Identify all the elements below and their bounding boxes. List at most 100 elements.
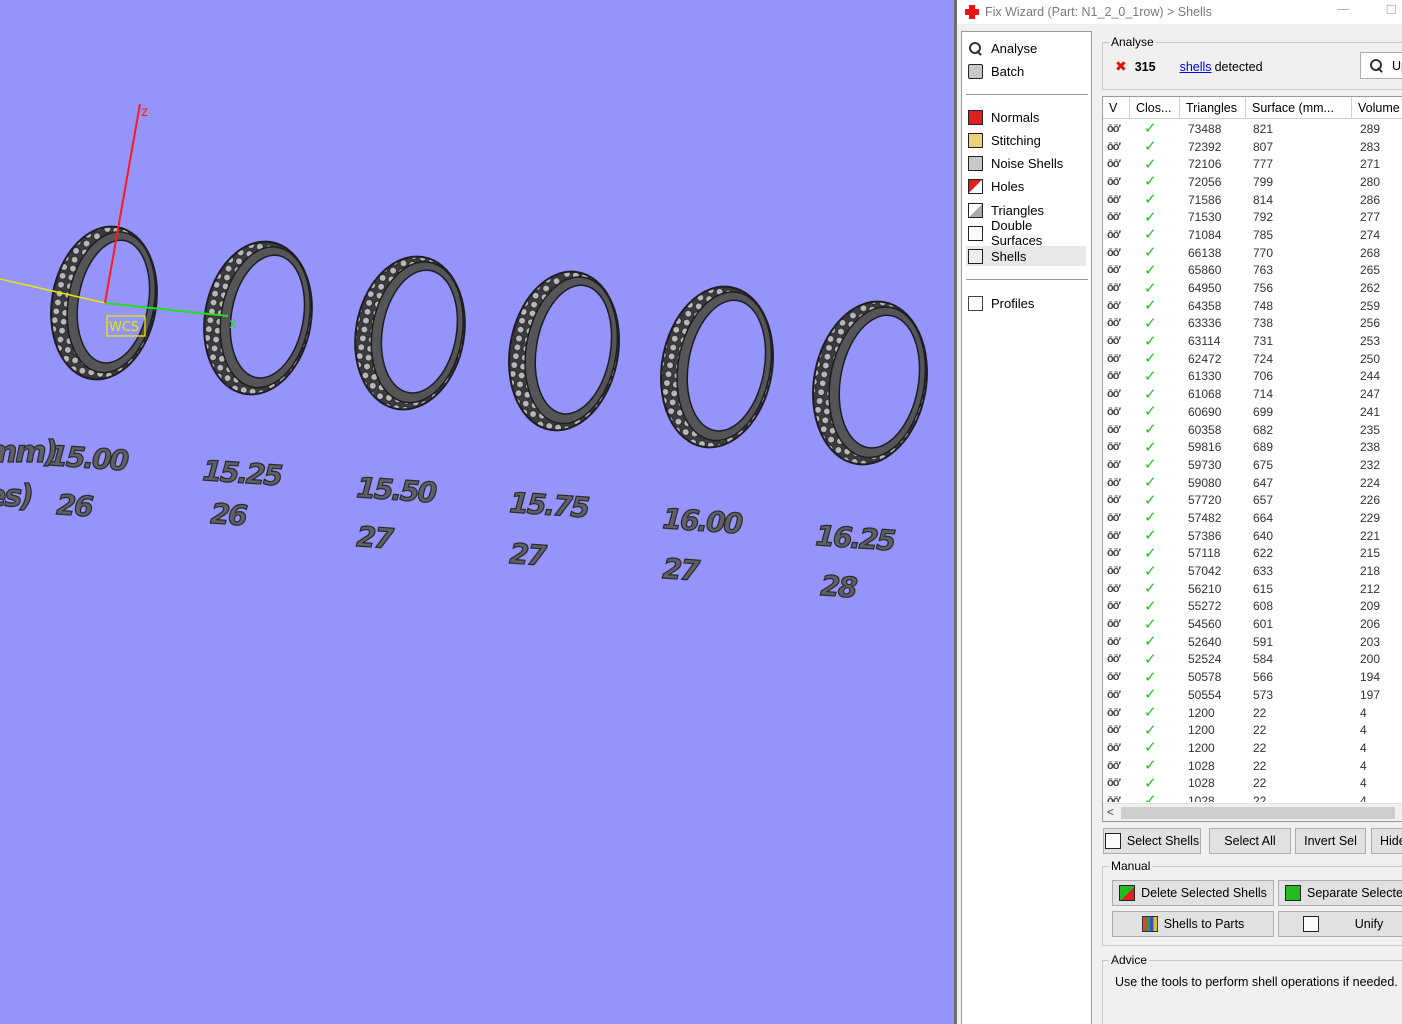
column-header-closed[interactable]: Clos... [1130,97,1180,119]
table-row[interactable]: ōō′ ✓ 59816 689 238 [1103,438,1402,456]
ring-model[interactable] [192,233,323,403]
glasses-icon[interactable]: ōō′ [1107,742,1121,754]
glasses-icon[interactable]: ōō′ [1107,689,1121,701]
glasses-icon[interactable]: ōō′ [1107,158,1121,170]
table-row[interactable]: ōō′ ✓ 71084 785 274 [1103,226,1402,244]
table-row[interactable]: ōō′ ✓ 63114 731 253 [1103,332,1402,350]
ring-model[interactable] [801,293,940,474]
glasses-icon[interactable]: ōō′ [1107,618,1121,630]
glasses-icon[interactable]: ōō′ [1107,388,1121,400]
select-all-button[interactable]: Select All [1209,828,1291,854]
shells-table[interactable]: V Clos... Triangles Surface (mm... Volum… [1102,96,1402,822]
nav-item-batch[interactable]: Batch [966,61,1086,81]
table-row[interactable]: ōō′ ✓ 55272 608 209 [1103,598,1402,616]
unify-button[interactable]: Unify [1278,911,1402,937]
glasses-icon[interactable]: ōō′ [1107,247,1121,259]
glasses-icon[interactable]: ōō′ [1107,424,1121,436]
table-row[interactable]: ōō′ ✓ 57386 640 221 [1103,527,1402,545]
glasses-icon[interactable]: ōō′ [1107,141,1121,153]
glasses-icon[interactable]: ōō′ [1107,211,1121,223]
table-row[interactable]: ōō′ ✓ 59730 675 232 [1103,456,1402,474]
table-row[interactable]: ōō′ ✓ 1200 22 4 [1103,739,1402,757]
glasses-icon[interactable]: ōō′ [1107,123,1121,135]
glasses-icon[interactable]: ōō′ [1107,530,1121,542]
glasses-icon[interactable]: ōō′ [1107,707,1121,719]
table-row[interactable]: ōō′ ✓ 1028 22 4 [1103,792,1402,802]
table-row[interactable]: ōō′ ✓ 59080 647 224 [1103,474,1402,492]
table-row[interactable]: ōō′ ✓ 62472 724 250 [1103,350,1402,368]
delete-selected-shells-button[interactable]: Delete Selected Shells [1112,880,1274,906]
maximize-button[interactable]: ☐ [1386,2,1397,17]
scene-canvas[interactable]: z x WCS 15.00 26 15.25 26 15.50 27 15.75 27 16.0… [0,0,954,1024]
table-row[interactable]: ōō′ ✓ 54560 601 206 [1103,615,1402,633]
3d-viewport[interactable]: z x WCS 15.00 26 15.25 26 15.50 27 15.75 27 16.0… [0,0,954,1024]
table-row[interactable]: ōō′ ✓ 57042 633 218 [1103,562,1402,580]
table-row[interactable]: ōō′ ✓ 71586 814 286 [1103,191,1402,209]
nav-item-triangles[interactable]: Triangles [966,200,1086,220]
glasses-icon[interactable]: ōō′ [1107,441,1121,453]
nav-item-stitching[interactable]: Stitching [966,130,1086,150]
nav-item-analyse[interactable]: Analyse [966,38,1086,58]
nav-item-noise-shells[interactable]: Noise Shells [966,153,1086,173]
glasses-icon[interactable]: ōō′ [1107,600,1121,612]
select-shells-button[interactable]: Select Shells [1103,828,1201,854]
hide-button[interactable]: Hide [1371,828,1402,854]
table-row[interactable]: ōō′ ✓ 71530 792 277 [1103,208,1402,226]
table-row[interactable]: ōō′ ✓ 1028 22 4 [1103,774,1402,792]
glasses-icon[interactable]: ōō′ [1107,229,1121,241]
column-header-surface[interactable]: Surface (mm... [1246,97,1352,119]
table-row[interactable]: ōō′ ✓ 57720 657 226 [1103,491,1402,509]
nav-item-profiles[interactable]: Profiles [966,293,1086,313]
table-row[interactable]: ōō′ ✓ 57118 622 215 [1103,545,1402,563]
separate-selected-button[interactable]: Separate Selected [1278,880,1402,906]
glasses-icon[interactable]: ōō′ [1107,494,1121,506]
glasses-icon[interactable]: ōō′ [1107,547,1121,559]
table-row[interactable]: ōō′ ✓ 72106 777 271 [1103,155,1402,173]
glasses-icon[interactable]: ōō′ [1107,406,1121,418]
scroll-left-icon[interactable]: < [1107,805,1114,819]
glasses-icon[interactable]: ōō′ [1107,353,1121,365]
table-row[interactable]: ōō′ ✓ 64358 748 259 [1103,297,1402,315]
table-row[interactable]: ōō′ ✓ 56210 615 212 [1103,580,1402,598]
ring-model[interactable] [343,248,476,418]
table-row[interactable]: ōō′ ✓ 52640 591 203 [1103,633,1402,651]
glasses-icon[interactable]: ōō′ [1107,264,1121,276]
shells-link[interactable]: shells [1180,60,1212,74]
glasses-icon[interactable]: ōō′ [1107,194,1121,206]
glasses-icon[interactable]: ōō′ [1107,583,1121,595]
table-row[interactable]: ōō′ ✓ 61068 714 247 [1103,385,1402,403]
minimize-button[interactable]: — [1337,2,1350,17]
table-row[interactable]: ōō′ ✓ 73488 821 289 [1103,120,1402,138]
nav-item-shells[interactable]: Shells [966,246,1086,266]
nav-item-double-surfaces[interactable]: Double Surfaces [966,218,1086,248]
update-button[interactable]: Up [1360,52,1402,79]
column-header-volume[interactable]: Volume [1352,97,1402,119]
glasses-icon[interactable]: ōō′ [1107,777,1121,789]
glasses-icon[interactable]: ōō′ [1107,477,1121,489]
glasses-icon[interactable]: ōō′ [1107,370,1121,382]
table-row[interactable]: ōō′ ✓ 66138 770 268 [1103,244,1402,262]
table-row[interactable]: ōō′ ✓ 52524 584 200 [1103,651,1402,669]
table-row[interactable]: ōō′ ✓ 57482 664 229 [1103,509,1402,527]
nav-item-holes[interactable]: Holes [966,176,1086,196]
glasses-icon[interactable]: ōō′ [1107,335,1121,347]
ring-model[interactable] [497,263,631,439]
table-row[interactable]: ōō′ ✓ 72392 807 283 [1103,138,1402,156]
table-row[interactable]: ōō′ ✓ 65860 763 265 [1103,262,1402,280]
glasses-icon[interactable]: ōō′ [1107,512,1121,524]
ring-model[interactable] [649,278,785,457]
glasses-icon[interactable]: ōō′ [1107,176,1121,188]
glasses-icon[interactable]: ōō′ [1107,317,1121,329]
table-row[interactable]: ōō′ ✓ 61330 706 244 [1103,368,1402,386]
nav-item-normals[interactable]: Normals [966,107,1086,127]
glasses-icon[interactable]: ōō′ [1107,565,1121,577]
scrollbar-thumb[interactable] [1121,807,1395,819]
glasses-icon[interactable]: ōō′ [1107,724,1121,736]
glasses-icon[interactable]: ōō′ [1107,636,1121,648]
glasses-icon[interactable]: ōō′ [1107,653,1121,665]
glasses-icon[interactable]: ōō′ [1107,459,1121,471]
table-row[interactable]: ōō′ ✓ 60690 699 241 [1103,403,1402,421]
invert-selection-button[interactable]: Invert Sel [1295,828,1366,854]
table-row[interactable]: ōō′ ✓ 50578 566 194 [1103,668,1402,686]
column-header-visible[interactable]: V [1103,97,1130,119]
